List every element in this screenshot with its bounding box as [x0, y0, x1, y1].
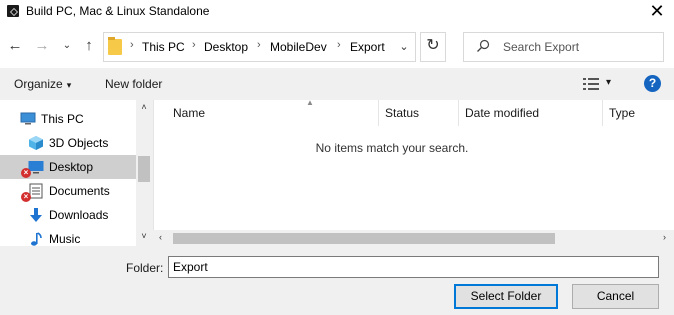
- breadcrumb-desktop[interactable]: Desktop: [204, 40, 248, 54]
- search-box[interactable]: [463, 32, 664, 62]
- unity-app-icon: [7, 5, 19, 17]
- dialog-footer: Folder: Select Folder Cancel: [0, 246, 674, 315]
- tree-item-documents[interactable]: × Documents: [0, 179, 136, 203]
- breadcrumb-export[interactable]: Export: [350, 40, 385, 54]
- select-folder-button[interactable]: Select Folder: [454, 284, 558, 309]
- file-list: Name ▲ Status Date modified Type No item…: [153, 98, 674, 246]
- view-options-dropdown[interactable]: ▾: [606, 77, 611, 88]
- navigation-pane: This PC 3D Objects × Desktop × Documents…: [0, 100, 152, 246]
- tree-item-label: Documents: [49, 184, 110, 198]
- scroll-up-button[interactable]: ˄: [136, 102, 152, 112]
- error-overlay-icon: ×: [21, 168, 31, 178]
- close-button[interactable]: ✕: [640, 0, 674, 24]
- scrollbar-thumb[interactable]: [173, 233, 555, 244]
- tree-item-label: Music: [49, 232, 81, 246]
- address-bar[interactable]: › This PC › Desktop › MobileDev › Export…: [103, 32, 416, 62]
- search-icon: [477, 39, 490, 52]
- tree-item-3d-objects[interactable]: 3D Objects: [0, 131, 136, 155]
- download-arrow-icon: [30, 208, 42, 222]
- scroll-left-button[interactable]: ‹: [159, 232, 162, 242]
- new-folder-button[interactable]: New folder: [105, 77, 162, 91]
- column-header-name[interactable]: Name ▲: [167, 98, 379, 126]
- error-overlay-icon: ×: [21, 192, 31, 202]
- scroll-down-button[interactable]: ˅: [136, 231, 152, 241]
- tree-item-music[interactable]: Music: [0, 227, 136, 246]
- window-title: Build PC, Mac & Linux Standalone: [26, 4, 210, 18]
- column-header-date-modified[interactable]: Date modified: [459, 100, 603, 126]
- folder-name-input[interactable]: [168, 256, 659, 278]
- refresh-button[interactable]: ↻: [420, 32, 446, 62]
- cancel-button[interactable]: Cancel: [572, 284, 659, 309]
- column-label: Name: [173, 106, 206, 120]
- breadcrumb-separator[interactable]: ›: [337, 39, 341, 51]
- breadcrumb-separator[interactable]: ›: [192, 39, 196, 51]
- organize-label: Organize: [14, 77, 63, 91]
- organize-menu-button[interactable]: Organize ▾: [14, 77, 71, 91]
- forward-button[interactable]: →: [33, 36, 51, 56]
- chevron-down-icon: ▾: [66, 80, 72, 90]
- tree-item-desktop[interactable]: × Desktop: [0, 155, 136, 179]
- tree-item-label: Desktop: [49, 160, 94, 174]
- sort-ascending-icon: ▲: [306, 98, 314, 107]
- address-dropdown-button[interactable]: ⌄: [393, 33, 415, 61]
- search-input[interactable]: [503, 39, 658, 55]
- breadcrumb-separator[interactable]: ›: [257, 39, 261, 51]
- up-button[interactable]: ↑: [80, 36, 98, 56]
- column-label: Status: [385, 106, 420, 120]
- command-toolbar: Organize ▾ New folder ▾ ?: [0, 68, 674, 100]
- view-options-icon[interactable]: [583, 78, 599, 90]
- folder-icon: [108, 37, 122, 55]
- column-header-type[interactable]: Type: [603, 100, 674, 126]
- column-label: Date modified: [465, 106, 540, 120]
- navigation-pane-scrollbar[interactable]: ˄ ˅: [136, 100, 152, 246]
- file-list-scrollbar[interactable]: ‹ ›: [153, 230, 674, 246]
- scroll-right-button[interactable]: ›: [663, 232, 666, 242]
- help-icon[interactable]: ?: [644, 75, 661, 92]
- title-bar: Build PC, Mac & Linux Standalone ✕: [0, 0, 674, 24]
- recent-locations-button[interactable]: ⌄: [58, 36, 76, 56]
- breadcrumb-separator[interactable]: ›: [130, 39, 134, 51]
- tree-item-this-pc[interactable]: This PC: [0, 107, 136, 131]
- scrollbar-thumb[interactable]: [138, 156, 150, 182]
- tree-item-downloads[interactable]: Downloads: [0, 203, 136, 227]
- back-button[interactable]: ←: [6, 36, 24, 56]
- column-header-status[interactable]: Status: [379, 100, 459, 126]
- column-label: Type: [609, 106, 636, 120]
- empty-list-message: No items match your search.: [315, 141, 469, 155]
- breadcrumb-mobiledev[interactable]: MobileDev: [270, 40, 327, 54]
- computer-icon: [20, 112, 36, 125]
- cube-icon: [29, 136, 43, 150]
- music-note-icon: [31, 232, 42, 246]
- tree-item-label: 3D Objects: [49, 136, 109, 150]
- tree-item-label: This PC: [41, 112, 84, 126]
- folder-label: Folder:: [126, 261, 164, 275]
- breadcrumb-this-pc[interactable]: This PC: [142, 40, 185, 54]
- navigation-bar: ← → ⌄ ↑ › This PC › Desktop › MobileDev …: [0, 24, 674, 68]
- tree-item-label: Downloads: [49, 208, 109, 222]
